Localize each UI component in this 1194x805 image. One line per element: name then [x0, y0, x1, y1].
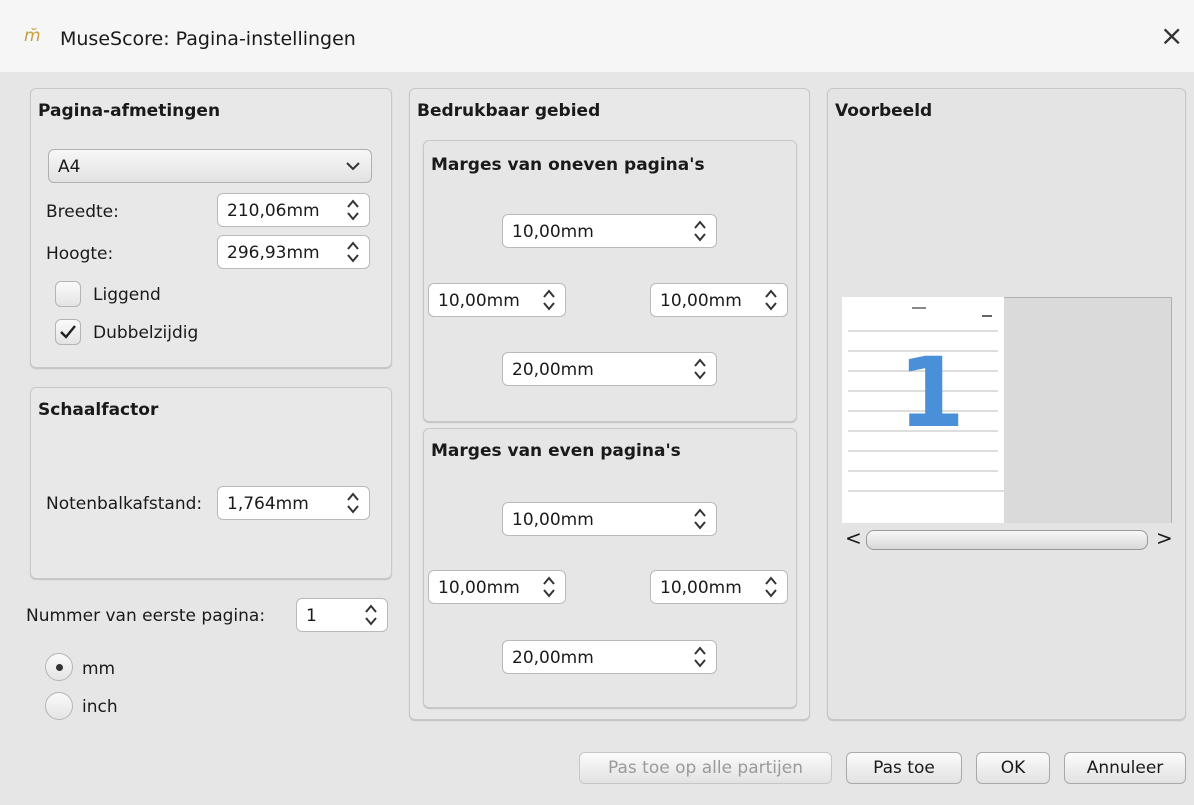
page-format-select[interactable]: A4 — [48, 149, 372, 183]
even-left-margin-value: 10,00mm — [438, 578, 520, 598]
even-right-margin-value: 10,00mm — [660, 578, 742, 598]
unit-mm-label: mm — [82, 659, 116, 679]
odd-left-margin-value: 10,00mm — [438, 291, 520, 311]
scale-group-title: Schaalfactor — [38, 400, 159, 420]
twosided-checkbox[interactable] — [55, 319, 81, 345]
preview-page-number: 1 — [898, 337, 965, 449]
spin-arrows-icon[interactable] — [345, 489, 361, 517]
odd-top-margin-spinbox[interactable]: 10,00mm — [502, 214, 717, 248]
odd-bottom-margin-spinbox[interactable]: 20,00mm — [502, 352, 717, 386]
spin-arrows-icon[interactable] — [345, 238, 361, 266]
page-format-value: A4 — [58, 157, 81, 177]
spin-arrows-icon[interactable] — [692, 217, 708, 245]
spin-arrows-icon[interactable] — [541, 286, 557, 314]
staff-space-value: 1,764mm — [227, 494, 309, 514]
odd-bottom-margin-value: 20,00mm — [512, 360, 594, 380]
page-size-group: Pagina-afmetingen — [30, 88, 392, 368]
apply-all-parts-button[interactable]: Pas toe op alle partijen — [579, 752, 832, 784]
window-title: MuseScore: Pagina-instellingen — [60, 28, 356, 50]
landscape-checkbox[interactable] — [55, 281, 81, 307]
first-page-spinbox[interactable]: 1 — [296, 598, 388, 632]
staff-space-label: Notenbalkafstand: — [46, 494, 203, 514]
radio-selected-dot — [56, 664, 63, 671]
spin-arrows-icon[interactable] — [363, 601, 379, 629]
twosided-label: Dubbelzijdig — [93, 323, 199, 343]
width-label: Breedte: — [46, 202, 119, 222]
even-bottom-margin-spinbox[interactable]: 20,00mm — [502, 640, 717, 674]
page-width-spinbox[interactable]: 210,06mm — [217, 193, 370, 227]
ok-button[interactable]: OK — [976, 752, 1050, 784]
unit-inch-label: inch — [82, 697, 118, 717]
staff-space-spinbox[interactable]: 1,764mm — [217, 486, 370, 520]
cancel-button[interactable]: Annuleer — [1064, 752, 1186, 784]
unit-inch-radio[interactable] — [45, 692, 73, 720]
spin-arrows-icon[interactable] — [692, 505, 708, 533]
checkmark-icon — [60, 325, 76, 339]
scroll-left-icon[interactable]: < — [845, 526, 862, 550]
scroll-right-icon[interactable]: > — [1156, 526, 1173, 550]
spin-arrows-icon[interactable] — [763, 573, 779, 601]
even-left-margin-spinbox[interactable]: 10,00mm — [428, 570, 566, 604]
odd-top-margin-value: 10,00mm — [512, 222, 594, 242]
odd-left-margin-spinbox[interactable]: 10,00mm — [428, 283, 566, 317]
preview-page[interactable]: 1 — [842, 297, 1004, 523]
printable-area-group-title: Bedrukbaar gebied — [417, 101, 601, 121]
spin-arrows-icon[interactable] — [763, 286, 779, 314]
even-bottom-margin-value: 20,00mm — [512, 648, 594, 668]
first-page-value: 1 — [306, 606, 317, 626]
preview-group-title: Voorbeeld — [835, 101, 933, 121]
page-width-value: 210,06mm — [227, 201, 320, 221]
odd-margins-title: Marges van oneven pagina's — [431, 155, 705, 175]
scale-group: Schaalfactor — [30, 387, 392, 579]
odd-right-margin-spinbox[interactable]: 10,00mm — [650, 283, 788, 317]
even-right-margin-spinbox[interactable]: 10,00mm — [650, 570, 788, 604]
first-page-label: Nummer van eerste pagina: — [26, 606, 266, 626]
spin-arrows-icon[interactable] — [692, 643, 708, 671]
musescore-icon: m̆ — [24, 26, 41, 46]
apply-button[interactable]: Pas toe — [846, 752, 962, 784]
spin-arrows-icon[interactable] — [692, 355, 708, 383]
page-size-group-title: Pagina-afmetingen — [38, 101, 221, 121]
preview-scrollbar[interactable] — [866, 530, 1148, 550]
height-label: Hoogte: — [46, 244, 114, 264]
title-bar: m̆ MuseScore: Pagina-instellingen × — [0, 0, 1194, 72]
spin-arrows-icon[interactable] — [345, 196, 361, 224]
odd-right-margin-value: 10,00mm — [660, 291, 742, 311]
preview-canvas — [1004, 297, 1172, 523]
unit-mm-radio[interactable] — [45, 653, 73, 681]
even-margins-title: Marges van even pagina's — [431, 441, 681, 461]
spin-arrows-icon[interactable] — [541, 573, 557, 601]
even-top-margin-value: 10,00mm — [512, 510, 594, 530]
chevron-down-icon — [345, 158, 361, 179]
page-height-spinbox[interactable]: 296,93mm — [217, 235, 370, 269]
landscape-label: Liggend — [93, 285, 161, 305]
even-top-margin-spinbox[interactable]: 10,00mm — [502, 502, 717, 536]
close-icon[interactable]: × — [1160, 22, 1183, 50]
page-height-value: 296,93mm — [227, 243, 320, 263]
